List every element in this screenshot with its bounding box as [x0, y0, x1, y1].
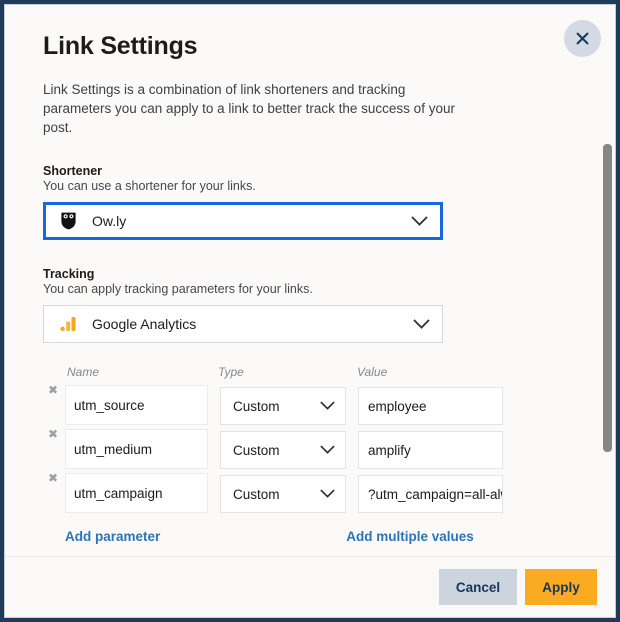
scrollbar-thumb[interactable]	[603, 144, 612, 452]
parameter-type-value: Custom	[233, 486, 280, 502]
shortener-sublabel: You can use a shortener for your links.	[43, 179, 256, 193]
parameter-value-text: amplify	[368, 442, 411, 458]
parameter-type-select[interactable]: Custom	[220, 387, 346, 425]
shortener-select[interactable]: Ow.ly	[43, 202, 443, 240]
parameter-value-input[interactable]: ?utm_campaign=all-alwa	[358, 475, 503, 513]
tracking-sublabel: You can apply tracking parameters for yo…	[43, 282, 313, 296]
parameter-value-text: employee	[368, 398, 427, 414]
column-header-name: Name	[67, 365, 100, 379]
parameter-name-input[interactable]: utm_source	[65, 385, 208, 425]
table-row: ✖ utm_campaign Custom ?utm_campaign=all-…	[48, 469, 577, 513]
parameter-type-value: Custom	[233, 398, 280, 414]
parameter-type-select[interactable]: Custom	[220, 431, 346, 469]
chevron-down-icon	[411, 216, 428, 226]
shortener-selected-value: Ow.ly	[92, 213, 127, 229]
tracking-section: Tracking You can apply tracking paramete…	[43, 267, 577, 343]
tracking-select[interactable]: Google Analytics	[43, 305, 443, 343]
page-title: Link Settings	[43, 32, 198, 60]
link-settings-dialog: Link Settings Link Settings is a combina…	[4, 4, 616, 618]
add-parameter-link[interactable]: Add parameter	[65, 529, 160, 544]
parameter-actions: Add parameter Add multiple values	[43, 529, 577, 544]
close-icon	[576, 32, 589, 45]
parameter-type-value: Custom	[233, 442, 280, 458]
table-header-row: Name Type Value	[65, 365, 577, 379]
remove-parameter-icon[interactable]: ✖	[48, 472, 58, 484]
parameter-type-select[interactable]: Custom	[220, 475, 346, 513]
dialog-scroll-area: Link Settings Link Settings is a combina…	[5, 5, 615, 556]
remove-parameter-icon[interactable]: ✖	[48, 428, 58, 440]
parameter-value-text: ?utm_campaign=all-alwa	[368, 486, 503, 502]
add-multiple-values-link[interactable]: Add multiple values	[346, 529, 474, 544]
parameter-name-input[interactable]: utm_campaign	[65, 473, 208, 513]
column-header-value: Value	[357, 365, 388, 379]
tracking-selected-value: Google Analytics	[92, 316, 197, 332]
cancel-button[interactable]: Cancel	[439, 569, 517, 605]
apply-button[interactable]: Apply	[525, 569, 597, 605]
google-analytics-icon	[58, 314, 78, 334]
chevron-down-icon	[320, 489, 335, 498]
chevron-down-icon	[413, 319, 430, 329]
parameter-value-input[interactable]: employee	[358, 387, 503, 425]
scrollbar[interactable]	[603, 5, 612, 556]
parameter-value-input[interactable]: amplify	[358, 431, 503, 469]
tracking-parameters-table: Name Type Value ✖ utm_source Custom empl…	[43, 365, 577, 513]
table-row: ✖ utm_source Custom employee	[48, 381, 577, 425]
tracking-label: Tracking	[43, 267, 95, 281]
dialog-footer: Cancel Apply	[5, 556, 615, 617]
shortener-section: Shortener You can use a shortener for yo…	[43, 164, 577, 240]
parameter-name-input[interactable]: utm_medium	[65, 429, 208, 469]
owly-owl-icon	[58, 211, 78, 231]
chevron-down-icon	[320, 445, 335, 454]
column-header-type: Type	[218, 365, 244, 379]
shortener-label: Shortener	[43, 164, 103, 178]
dialog-description: Link Settings is a combination of link s…	[43, 82, 455, 135]
close-button[interactable]	[564, 20, 601, 57]
table-row: ✖ utm_medium Custom amplify	[48, 425, 577, 469]
remove-parameter-icon[interactable]: ✖	[48, 384, 58, 396]
chevron-down-icon	[320, 401, 335, 410]
